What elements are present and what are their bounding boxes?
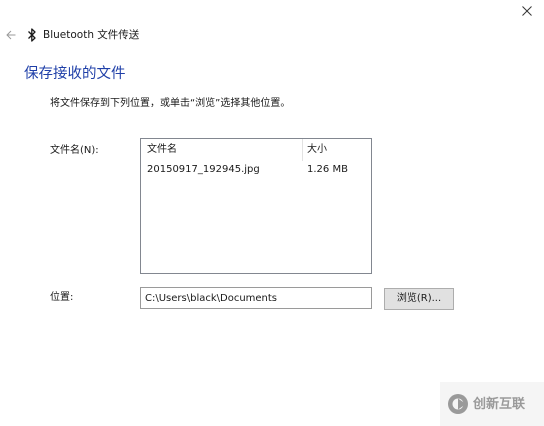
file-list-row[interactable]: 20150917_192945.jpg 1.26 MB <box>141 161 371 179</box>
close-button[interactable] <box>510 0 544 22</box>
back-button[interactable] <box>4 26 18 44</box>
location-label: 位置: <box>50 292 74 303</box>
browse-button[interactable]: 浏览(R)... <box>384 288 454 310</box>
file-list-header: 文件名 大小 <box>141 139 371 161</box>
bluetooth-icon <box>28 28 36 42</box>
column-header-size[interactable]: 大小 <box>303 139 371 161</box>
location-input[interactable] <box>140 287 372 309</box>
filename-label: 文件名(N): <box>50 145 99 156</box>
watermark: 创新互联 <box>440 382 544 426</box>
column-header-filename[interactable]: 文件名 <box>141 139 303 161</box>
watermark-logo-icon: 创新互联 <box>448 394 525 414</box>
close-icon <box>522 6 532 16</box>
window-title: Bluetooth 文件传送 <box>43 29 140 41</box>
watermark-text: 创新互联 <box>472 396 525 412</box>
file-list[interactable]: 文件名 大小 20150917_192945.jpg 1.26 MB <box>140 138 372 274</box>
back-arrow-icon <box>6 30 16 40</box>
bluetooth-file-transfer-window: Bluetooth 文件传送 保存接收的文件 将文件保存到下列位置，或单击“浏览… <box>0 0 544 426</box>
file-size-cell: 1.26 MB <box>307 164 348 175</box>
page-title: 保存接收的文件 <box>24 66 126 82</box>
instruction-text: 将文件保存到下列位置，或单击“浏览”选择其他位置。 <box>50 98 291 109</box>
file-name-cell: 20150917_192945.jpg <box>147 164 260 175</box>
